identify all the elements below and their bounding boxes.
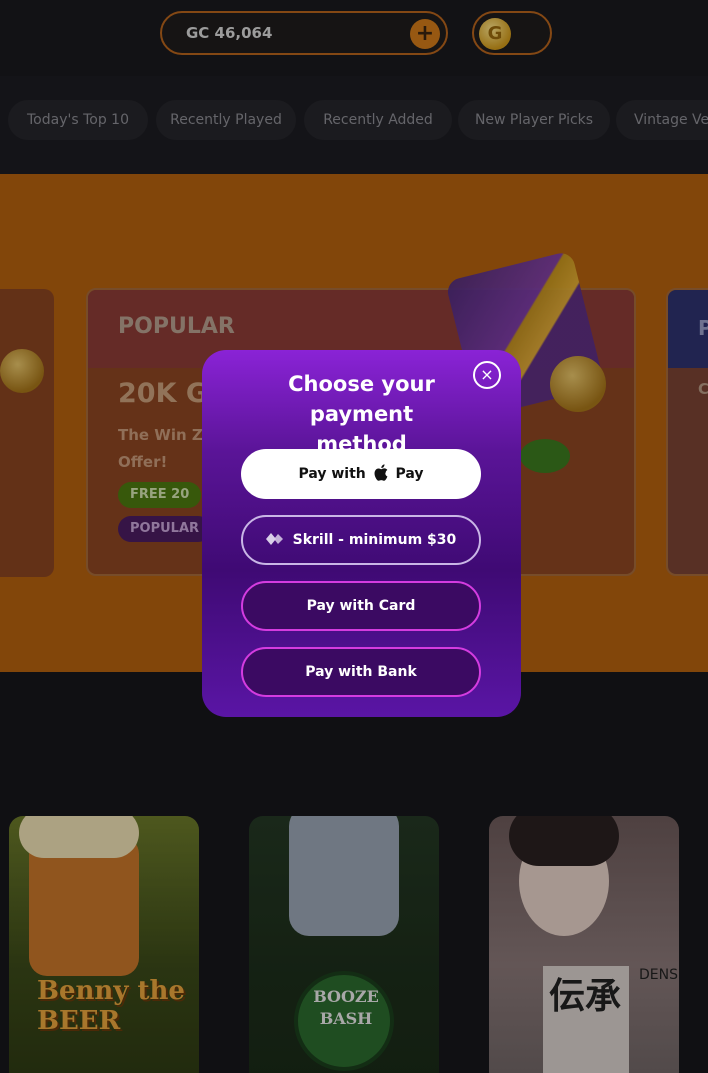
skrill-button[interactable]: Skrill - minimum $30 [241,515,481,565]
close-icon[interactable]: × [473,361,501,389]
apple-pay-prefix: Pay with [298,466,366,482]
apple-pay-button[interactable]: Pay with Pay [241,449,481,499]
apple-pay-suffix: Pay [395,466,424,482]
skrill-label: Skrill - minimum $30 [292,532,457,548]
pay-with-bank-button[interactable]: Pay with Bank [241,647,481,697]
modal-title: Choose your payment method [288,372,435,456]
payment-method-modal: Choose your payment method × Pay with Pa… [202,350,521,717]
pay-with-card-button[interactable]: Pay with Card [241,581,481,631]
apple-icon [374,464,388,481]
skrill-icon [265,533,283,545]
